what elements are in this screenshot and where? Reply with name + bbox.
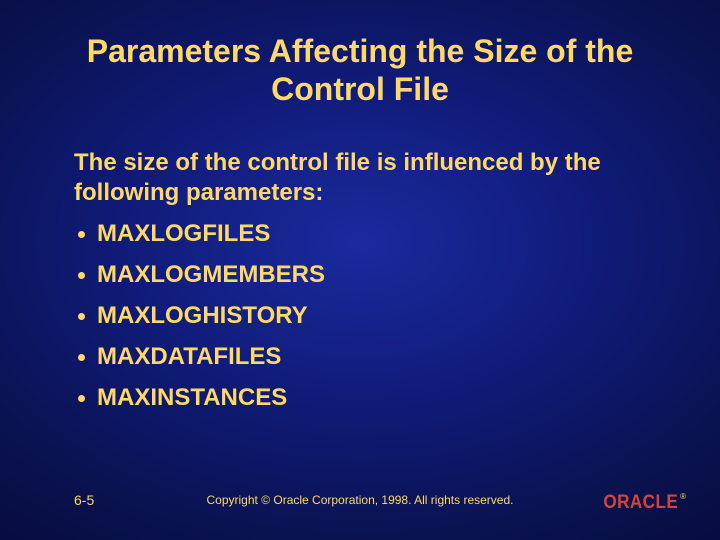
bullet-label: MAXLOGMEMBERS	[97, 263, 325, 287]
slide: Parameters Affecting the Size of the Con…	[0, 0, 720, 540]
list-item: MAXDATAFILES	[78, 345, 646, 369]
slide-title: Parameters Affecting the Size of the Con…	[0, 32, 720, 109]
bullet-icon	[78, 395, 85, 402]
list-item: MAXLOGFILES	[78, 222, 646, 246]
oracle-logo: ORACLE ®	[595, 492, 686, 514]
list-item: MAXINSTANCES	[78, 386, 646, 410]
bullet-list: MAXLOGFILES MAXLOGMEMBERS MAXLOGHISTORY …	[78, 222, 646, 427]
bullet-icon	[78, 231, 85, 238]
slide-footer: 6-5 Copyright © Oracle Corporation, 1998…	[0, 488, 720, 512]
bullet-label: MAXDATAFILES	[97, 345, 281, 369]
intro-text: The size of the control file is influenc…	[74, 148, 646, 208]
bullet-icon	[78, 354, 85, 361]
list-item: MAXLOGMEMBERS	[78, 263, 646, 287]
bullet-label: MAXLOGHISTORY	[97, 304, 308, 328]
bullet-icon	[78, 313, 85, 320]
registered-icon: ®	[680, 492, 686, 501]
bullet-label: MAXLOGFILES	[97, 222, 270, 246]
bullet-label: MAXINSTANCES	[97, 386, 287, 410]
logo-text: ORACLE	[603, 492, 678, 514]
bullet-icon	[78, 272, 85, 279]
list-item: MAXLOGHISTORY	[78, 304, 646, 328]
